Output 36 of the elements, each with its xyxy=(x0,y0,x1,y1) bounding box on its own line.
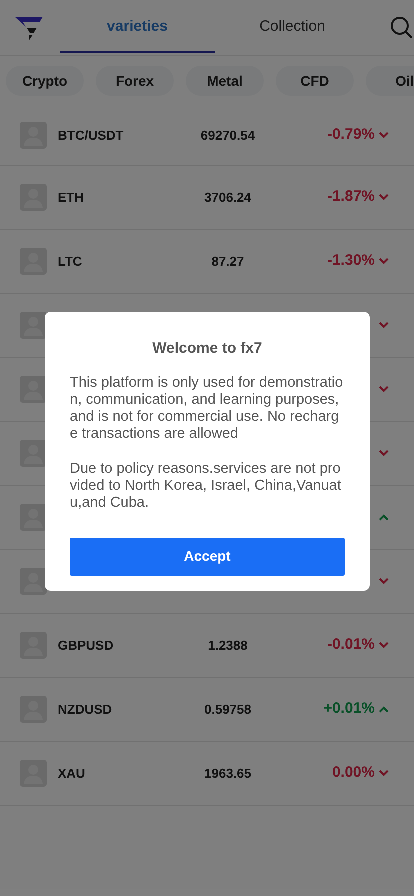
change-label: -0.01% xyxy=(327,635,375,656)
change-label: -1.87% xyxy=(327,187,375,208)
search-icon[interactable] xyxy=(390,16,414,40)
change-label: -0.79% xyxy=(327,125,375,146)
price-label: 87.27 xyxy=(210,252,246,271)
symbol-label: LTC xyxy=(58,252,84,271)
category-chip[interactable]: Crypto xyxy=(6,66,84,96)
logo-icon xyxy=(15,14,43,40)
price-label: 1.2388 xyxy=(207,636,249,655)
dialog-text: Due to policy reasons.services are not provided to North Korea, Israel, China,Vanuatu,and Cuba. xyxy=(70,460,342,512)
avatar-placeholder-icon xyxy=(20,312,47,339)
price-label: 0.59758 xyxy=(204,700,252,719)
category-chip[interactable]: Oil xyxy=(366,66,414,96)
symbol-label: BTC/USDT xyxy=(58,126,125,145)
change-label: -1.30% xyxy=(327,251,375,272)
price-label: 1963.65 xyxy=(204,764,252,783)
category-chip[interactable]: Metal xyxy=(186,66,264,96)
price-label: 3706.24 xyxy=(204,188,252,207)
avatar-placeholder-icon xyxy=(20,440,47,467)
change-label: +0.01% xyxy=(324,699,375,720)
dialog-title: Welcome to fx7 xyxy=(152,339,264,359)
tab[interactable]: varieties xyxy=(60,2,215,52)
accept-button[interactable]: Accept xyxy=(70,538,345,576)
avatar-placeholder-icon xyxy=(20,376,47,403)
avatar-placeholder-icon xyxy=(20,504,47,531)
category-chip[interactable]: CFD xyxy=(276,66,354,96)
symbol-label: ETH xyxy=(58,188,85,207)
symbol-label: XAU xyxy=(58,764,86,783)
tab[interactable]: Collection xyxy=(215,2,370,52)
change-label: 0.00% xyxy=(332,763,375,784)
price-label: 69270.54 xyxy=(200,126,256,145)
symbol-label: NZDUSD xyxy=(58,700,114,719)
dialog-text: This platform is only used for demonstration, communication, and learning purposes, and is not for commercial use. No recharge transactions are allowed xyxy=(70,374,344,442)
symbol-label: GBPUSD xyxy=(58,636,115,655)
category-chip[interactable]: Forex xyxy=(96,66,174,96)
avatar-placeholder-icon xyxy=(20,568,47,595)
